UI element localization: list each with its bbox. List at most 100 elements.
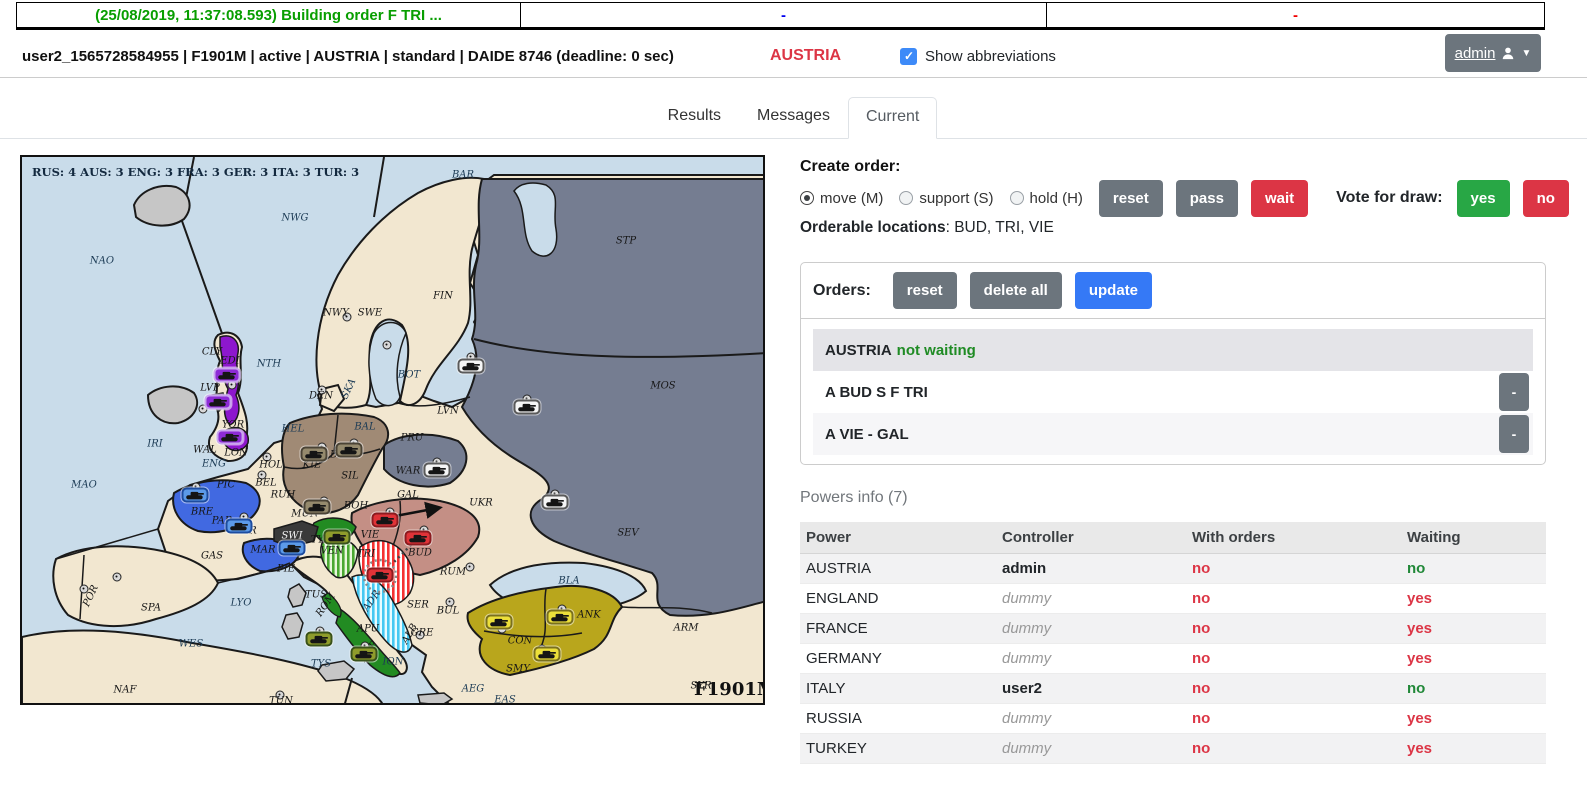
remove-order-button[interactable]: - xyxy=(1499,373,1529,411)
unit-icon-fra[interactable] xyxy=(279,541,306,556)
radio-support-label[interactable]: support (S) xyxy=(919,190,993,207)
map-label-bla: BLA xyxy=(558,576,579,587)
tab-messages[interactable]: Messages xyxy=(739,96,848,138)
col-power: Power xyxy=(800,522,996,554)
unit-icon-ita[interactable] xyxy=(351,647,378,662)
table-row: ITALY user2 no no xyxy=(800,674,1546,704)
map-label-bul: BUL xyxy=(437,606,459,617)
chevron-down-icon: ▼ xyxy=(1521,48,1531,59)
unit-icon-fra[interactable] xyxy=(226,519,253,534)
unit-icon-eng[interactable] xyxy=(217,430,244,445)
header-bar: user2_1565728584955 | F1901M | active | … xyxy=(0,34,1587,78)
show-abbreviations-label: Show abbreviations xyxy=(925,48,1056,65)
map-label-nao: NAO xyxy=(90,256,114,267)
orders-delete-all-button[interactable]: delete all xyxy=(970,272,1062,309)
remove-order-button[interactable]: - xyxy=(1499,415,1529,453)
map-label-nth: NTH xyxy=(257,359,281,370)
wait-button[interactable]: wait xyxy=(1251,180,1308,217)
status-mid: - xyxy=(521,3,1047,27)
map-label-bel: BEL xyxy=(255,478,276,489)
col-waiting: Waiting xyxy=(1401,522,1546,554)
vote-no-button[interactable]: no xyxy=(1523,180,1569,217)
table-row: GERMANY dummy no yes xyxy=(800,644,1546,674)
orders-power-status: AUSTRIA not waiting xyxy=(813,329,1533,371)
col-with-orders: With orders xyxy=(1186,522,1401,554)
map-label-ruh: RUH xyxy=(271,490,296,501)
map-label-spa: SPA xyxy=(141,603,161,614)
unit-icon-aus[interactable] xyxy=(405,531,432,546)
unit-icon-aus[interactable] xyxy=(372,513,399,528)
radio-hold[interactable] xyxy=(1010,191,1024,205)
map-label-eas: EAS xyxy=(494,695,515,706)
radio-move-label[interactable]: move (M) xyxy=(820,190,883,207)
vote-yes-button[interactable]: yes xyxy=(1457,180,1510,217)
map-label-stp: STP xyxy=(616,236,636,247)
cell-power: GERMANY xyxy=(800,644,996,674)
cell-with-orders: no xyxy=(1186,674,1401,704)
vote-for-draw-label: Vote for draw: xyxy=(1336,189,1442,207)
unit-icon-ita[interactable] xyxy=(324,530,351,545)
unit-icon-tur[interactable] xyxy=(547,610,574,625)
order-row-2: A VIE - GAL - xyxy=(813,413,1533,455)
radio-move[interactable] xyxy=(800,191,814,205)
orders-header: Orders: reset delete all update xyxy=(801,263,1545,319)
radio-support[interactable] xyxy=(899,191,913,205)
unit-icon-tur[interactable] xyxy=(486,615,513,630)
radio-hold-label[interactable]: hold (H) xyxy=(1030,190,1083,207)
cell-with-orders: no xyxy=(1186,614,1401,644)
status-right: - xyxy=(1047,3,1544,27)
orders-reset-button[interactable]: reset xyxy=(893,272,957,309)
unit-icon-eng[interactable] xyxy=(205,395,232,410)
unit-icon-fra[interactable] xyxy=(182,488,209,503)
pass-button[interactable]: pass xyxy=(1176,180,1238,217)
cell-with-orders: no xyxy=(1186,644,1401,674)
diplomacy-map[interactable]: RUS: 4 AUS: 3 ENG: 3 FRA: 3 GER: 3 ITA: … xyxy=(20,155,765,705)
unit-icon-eng[interactable] xyxy=(214,368,241,383)
map-label-lvn: LVN xyxy=(437,406,458,417)
map-label-wal: WAL xyxy=(193,445,217,456)
supply-center-dot xyxy=(318,386,327,395)
unit-icon-ger[interactable] xyxy=(301,447,328,462)
unit-icon-ger[interactable] xyxy=(304,500,331,515)
table-row: AUSTRIA admin no no xyxy=(800,554,1546,584)
supply-center-dot xyxy=(276,691,285,700)
order-controls-row: move (M) support (S) hold (H) reset pass… xyxy=(800,179,1546,217)
unit-icon-aus[interactable] xyxy=(367,568,394,583)
unit-icon-ita[interactable] xyxy=(306,632,333,647)
supply-center-dot xyxy=(113,573,122,582)
status-log: (25/08/2019, 11:37:08.593) Building orde… xyxy=(17,3,521,27)
unit-icon-tur[interactable] xyxy=(534,647,561,662)
cell-waiting: no xyxy=(1401,674,1546,704)
cell-power: AUSTRIA xyxy=(800,554,996,584)
supply-center-dot xyxy=(446,598,455,607)
supply-center-dot xyxy=(80,585,89,594)
map-phase-label: F1901M xyxy=(694,679,765,700)
cell-controller: dummy xyxy=(996,704,1186,734)
orders-update-button[interactable]: update xyxy=(1075,272,1152,309)
tab-results[interactable]: Results xyxy=(650,96,739,138)
cell-power: TURKEY xyxy=(800,734,996,764)
order-text: A VIE - GAL xyxy=(825,426,909,443)
map-label-sil: SIL xyxy=(341,471,358,482)
orders-card: Orders: reset delete all update AUSTRIA … xyxy=(800,262,1546,465)
admin-menu-button[interactable]: admin ▼ xyxy=(1445,34,1541,72)
map-label-hel: HEL xyxy=(282,424,305,435)
cell-controller: admin xyxy=(996,554,1186,584)
map-label-adr: ADR xyxy=(361,589,383,614)
map-label-lon: LON xyxy=(224,448,248,459)
unit-icon-rus[interactable] xyxy=(424,463,451,478)
map-label-tus: TUS xyxy=(305,590,327,601)
unit-icon-rus[interactable] xyxy=(458,359,485,374)
reset-order-button[interactable]: reset xyxy=(1099,180,1163,217)
unit-icon-rus[interactable] xyxy=(542,495,569,510)
unit-icon-rus[interactable] xyxy=(514,400,541,415)
show-abbreviations-checkbox[interactable] xyxy=(900,48,917,65)
map-label-lvp: LVP xyxy=(200,383,219,394)
powers-info-title: Powers info (7) xyxy=(800,489,908,507)
cell-controller: user2 xyxy=(996,674,1186,704)
unit-icon-ger[interactable] xyxy=(336,443,363,458)
map-label-iri: IRI xyxy=(147,439,162,450)
orders-title: Orders: xyxy=(813,282,871,300)
table-row: RUSSIA dummy no yes xyxy=(800,704,1546,734)
tab-current[interactable]: Current xyxy=(848,97,937,139)
